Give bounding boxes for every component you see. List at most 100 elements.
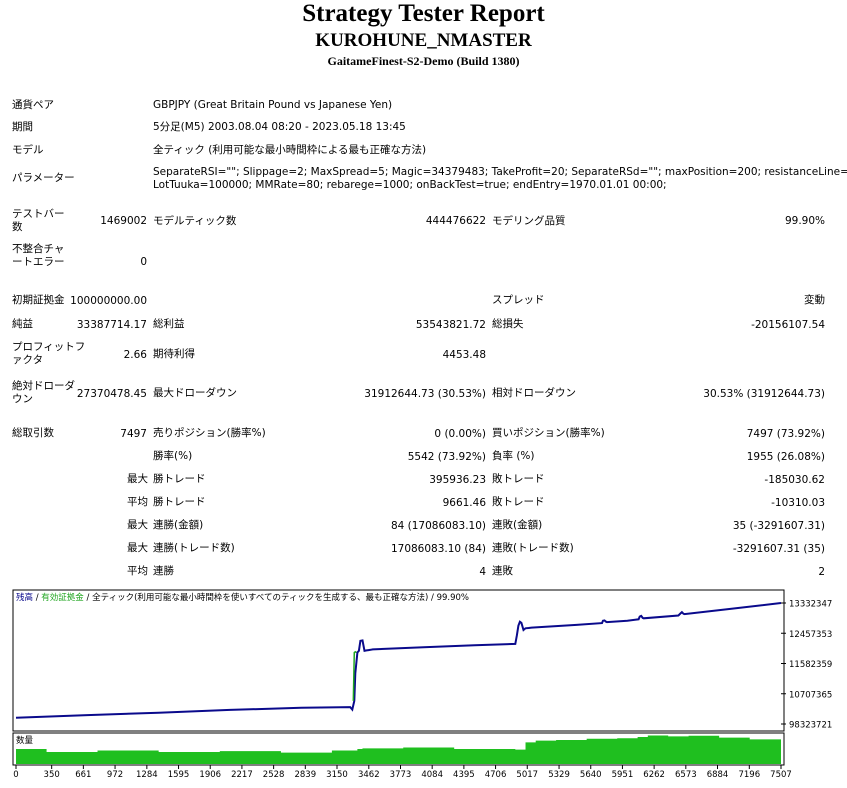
consec-win-cnt-label: 連勝(トレード数) xyxy=(153,542,235,554)
net-value: 33387714.17 xyxy=(76,319,147,331)
rel-dd-value: 30.53% (31912644.73) xyxy=(703,388,825,400)
loss-pct-value: 1955 (26.08%) xyxy=(746,451,825,463)
legend-quality: 99.90% xyxy=(437,593,469,603)
max-win-label: 勝トレード xyxy=(153,473,206,485)
pf-value: 2.66 xyxy=(123,349,147,361)
x-tick-label: 1595 xyxy=(168,770,190,780)
avg-loss-value: -10310.03 xyxy=(771,497,825,509)
x-tick-label: 4395 xyxy=(453,770,475,780)
x-tick-label: 2839 xyxy=(294,770,316,780)
short-label: 売りポジション(勝率%) xyxy=(153,427,266,439)
avg-consec-win-value: 4 xyxy=(479,566,486,578)
spread-label: スプレッド xyxy=(492,294,545,306)
avg-label-1: 平均 xyxy=(127,496,148,508)
legend-model-text: 全ティック(利用可能な最小時間枠を使いすべてのティックを生成する、最も正確な方法… xyxy=(92,592,428,603)
ticks-label: モデルティック数 xyxy=(153,215,237,227)
x-tick-label: 350 xyxy=(44,770,60,780)
ea-name: KUROHUNE_NMASTER xyxy=(315,30,532,51)
x-tick-label: 5017 xyxy=(516,770,538,780)
max-loss-value: -185030.62 xyxy=(764,474,825,486)
y-tick-label: 11582359 xyxy=(789,660,832,670)
server-build: GaitameFinest-S2-Demo (Build 1380) xyxy=(327,54,520,68)
x-tick-label: 661 xyxy=(75,770,91,780)
legend-equity: 有効証拠金 xyxy=(41,592,84,603)
y-tick-label: 13332347 xyxy=(789,600,832,610)
trades-label: 総取引数 xyxy=(12,427,54,439)
x-tick-label: 3462 xyxy=(358,770,380,780)
bars-value: 1469002 xyxy=(100,215,147,227)
x-tick-label: 4706 xyxy=(485,770,507,780)
x-tick-label: 5329 xyxy=(548,770,570,780)
short-value: 0 (0.00%) xyxy=(434,428,486,440)
consec-win-amt-value: 84 (17086083.10) xyxy=(390,520,486,532)
period-value: 5分足(M5) 2003.08.04 08:20 - 2023.05.18 13… xyxy=(153,121,406,133)
gross-loss-label: 総損失 xyxy=(492,318,524,330)
y-tick-label: 12457353 xyxy=(789,630,832,640)
x-tick-label: 4084 xyxy=(421,770,443,780)
trades-value: 7497 xyxy=(120,428,147,440)
y-axis: 13332347 12457353 11582359 10707365 98323721 xyxy=(781,600,832,731)
x-tick-label: 2528 xyxy=(263,770,285,780)
symbol-value: GBPJPY (Great Britain Pound vs Japanese … xyxy=(153,99,393,111)
max-label-3: 最大 xyxy=(127,542,148,554)
consec-win-amt-label: 連勝(金額) xyxy=(153,519,204,531)
win-pct-value: 5542 (73.92%) xyxy=(407,451,486,463)
max-label-2: 最大 xyxy=(127,519,148,531)
symbol-label: 通貨ペア xyxy=(12,99,54,111)
gross-profit-label: 総利益 xyxy=(153,318,185,330)
max-dd-value: 31912644.73 (30.53%) xyxy=(364,388,486,400)
expected-value: 4453.48 xyxy=(442,349,486,361)
consec-win-cnt-value: 17086083.10 (84) xyxy=(390,543,486,555)
deposit-value: 100000000.00 xyxy=(70,295,147,307)
model-value: 全ティック (利用可能な最小時間枠による最も正確な方法) xyxy=(153,144,427,156)
max-win-value: 395936.23 xyxy=(429,474,486,486)
report-title: Strategy Tester Report xyxy=(302,0,545,27)
avg-consec-loss-label: 連敗 xyxy=(492,565,513,577)
avg-loss-label: 敗トレード xyxy=(492,496,545,508)
avg-label-2: 平均 xyxy=(127,565,148,577)
gross-profit-value: 53543821.72 xyxy=(415,319,486,331)
legend-separator-3: / xyxy=(428,593,436,603)
model-label: モデル xyxy=(12,144,44,156)
avg-win-label: 勝トレード xyxy=(153,496,206,508)
net-label: 純益 xyxy=(12,318,33,330)
max-dd-label: 最大ドローダウン xyxy=(153,387,237,399)
expected-label: 期待利得 xyxy=(153,348,195,360)
loss-pct-label: 負率 (%) xyxy=(492,450,535,462)
x-tick-label: 1906 xyxy=(199,770,221,780)
avg-consec-win-label: 連勝 xyxy=(153,565,174,577)
x-tick-label: 1284 xyxy=(136,770,158,780)
x-tick-label: 3150 xyxy=(326,770,348,780)
volume-label: 数量 xyxy=(16,735,34,746)
long-value: 7497 (73.92%) xyxy=(746,428,825,440)
consec-loss-cnt-label: 連敗(トレード数) xyxy=(492,542,574,554)
period-label: 期間 xyxy=(12,121,33,133)
x-tick-label: 5951 xyxy=(612,770,634,780)
x-axis: 0 350 661 972 1284 1595 1906 2217 2528 2839 3150 34… xyxy=(13,765,792,780)
params-line-1: SeparateRSI=""; Slippage=2; MaxSpread=5;… xyxy=(153,166,847,178)
params-label: パラメーター xyxy=(12,172,75,184)
avg-consec-loss-value: 2 xyxy=(818,566,825,578)
consec-loss-amt-label: 連敗(金額) xyxy=(492,519,543,531)
max-loss-label: 敗トレード xyxy=(492,473,545,485)
spread-value: 変動 xyxy=(804,294,825,306)
long-label: 買いポジション(勝率%) xyxy=(492,427,605,439)
x-tick-label: 6884 xyxy=(707,770,729,780)
y-tick-label: 10707365 xyxy=(789,690,832,700)
max-label-1: 最大 xyxy=(127,473,148,485)
params-line-2: LotTuuka=100000; MMRate=80; rebarege=100… xyxy=(153,179,667,191)
ticks-value: 444476622 xyxy=(425,215,486,227)
chart-legend: 残高 / 有効証拠金 / 全ティック(利用可能な最小時間枠を使いすべてのティック… xyxy=(16,592,469,603)
x-tick-label: 6262 xyxy=(643,770,665,780)
legend-separator-2: / xyxy=(84,593,92,603)
x-tick-label: 0 xyxy=(13,770,18,780)
x-tick-label: 3773 xyxy=(390,770,412,780)
balance-chart: 13332347 12457353 11582359 10707365 98323721… xyxy=(12,589,832,780)
legend-balance: 残高 xyxy=(16,592,33,603)
quality-value: 99.90% xyxy=(784,215,825,227)
consec-loss-amt-value: 35 (-3291607.31) xyxy=(732,520,825,532)
x-tick-label: 6573 xyxy=(675,770,697,780)
rel-dd-label: 相対ドローダウン xyxy=(492,387,576,399)
mismatch-value: 0 xyxy=(140,256,147,268)
consec-loss-cnt-value: -3291607.31 (35) xyxy=(732,543,825,555)
